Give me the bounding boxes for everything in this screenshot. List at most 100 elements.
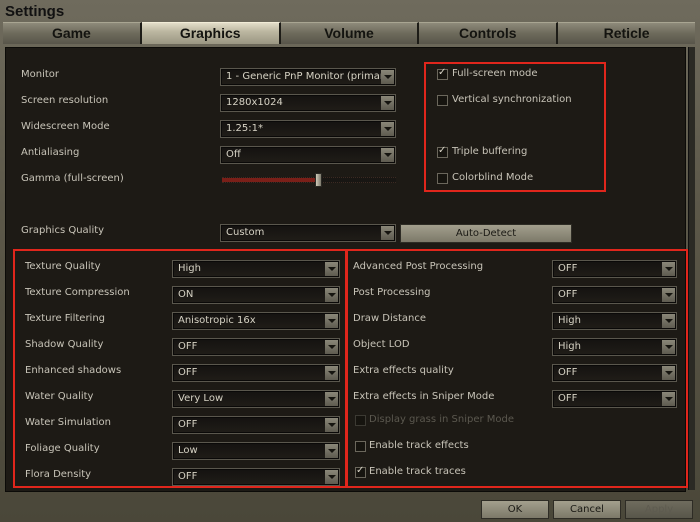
monitor-value: 1 - Generic PnP Monitor (primary): [226, 71, 394, 82]
chevron-down-icon: [662, 366, 675, 380]
chevron-down-icon: [381, 122, 394, 136]
left-setting-value: Very Low: [178, 393, 224, 404]
right-checkbox[interactable]: [355, 441, 366, 452]
chevron-down-icon: [325, 288, 338, 302]
resolution-value: 1280x1024: [226, 97, 283, 108]
apply-button[interactable]: Apply: [625, 500, 693, 519]
ok-button[interactable]: OK: [481, 500, 549, 519]
tab-controls[interactable]: Controls: [419, 22, 559, 44]
left-setting-label: Water Simulation: [25, 417, 112, 428]
left-setting-dropdown[interactable]: Very Low: [172, 390, 340, 408]
right-checkbox: [355, 415, 366, 426]
left-setting-dropdown[interactable]: High: [172, 260, 340, 278]
left-setting-label: Enhanced shadows: [25, 365, 122, 376]
graphics-quality-dropdown[interactable]: Custom: [220, 224, 396, 242]
right-setting-dropdown[interactable]: OFF: [552, 260, 677, 278]
chevron-down-icon: [325, 418, 338, 432]
panel-scrollbar[interactable]: [688, 47, 695, 490]
chevron-down-icon: [325, 444, 338, 458]
colorblind-label: Colorblind Mode: [452, 172, 534, 183]
vsync-label: Vertical synchronization: [452, 94, 572, 105]
right-setting-label: Extra effects in Sniper Mode: [353, 391, 495, 402]
triple-buffering-label: Triple buffering: [452, 146, 528, 157]
chevron-down-icon: [325, 392, 338, 406]
right-checkbox[interactable]: [355, 465, 366, 478]
right-setting-dropdown[interactable]: OFF: [552, 390, 677, 408]
fullscreen-checkbox[interactable]: [437, 67, 448, 80]
left-setting-dropdown[interactable]: Low: [172, 442, 340, 460]
left-setting-dropdown[interactable]: OFF: [172, 416, 340, 434]
chevron-down-icon: [325, 470, 338, 484]
right-setting-dropdown[interactable]: High: [552, 338, 677, 356]
left-setting-value: Low: [178, 445, 198, 456]
gamma-slider-thumb[interactable]: [314, 173, 322, 187]
right-setting-value: OFF: [558, 263, 578, 274]
right-setting-dropdown[interactable]: High: [552, 312, 677, 330]
left-setting-dropdown[interactable]: OFF: [172, 364, 340, 382]
auto-detect-button[interactable]: Auto-Detect: [400, 224, 572, 243]
left-setting-value: ON: [178, 289, 194, 300]
chevron-down-icon: [662, 392, 675, 406]
chevron-down-icon: [325, 314, 338, 328]
monitor-dropdown[interactable]: 1 - Generic PnP Monitor (primary): [220, 68, 396, 86]
chevron-down-icon: [381, 148, 394, 162]
right-setting-value: High: [558, 315, 581, 326]
antialiasing-dropdown[interactable]: Off: [220, 146, 396, 164]
right-setting-label: Object LOD: [353, 339, 410, 350]
left-setting-label: Texture Quality: [25, 261, 101, 272]
right-setting-value: OFF: [558, 393, 578, 404]
tab-game[interactable]: Game: [3, 22, 142, 44]
chevron-down-icon: [325, 366, 338, 380]
left-setting-dropdown[interactable]: ON: [172, 286, 340, 304]
colorblind-checkbox[interactable]: [437, 173, 448, 184]
monitor-label: Monitor: [21, 69, 60, 80]
triple-buffering-checkbox[interactable]: [437, 145, 448, 158]
left-setting-value: OFF: [178, 367, 198, 378]
left-setting-dropdown[interactable]: Anisotropic 16x: [172, 312, 340, 330]
resolution-dropdown[interactable]: 1280x1024: [220, 94, 396, 112]
left-setting-value: OFF: [178, 471, 198, 482]
chevron-down-icon: [381, 226, 394, 240]
tab-graphics[interactable]: Graphics: [141, 22, 281, 44]
resolution-label: Screen resolution: [21, 95, 109, 106]
left-setting-label: Flora Density: [25, 469, 92, 480]
widescreen-label: Widescreen Mode: [21, 121, 110, 132]
tab-volume[interactable]: Volume: [280, 22, 420, 44]
antialiasing-label: Antialiasing: [21, 147, 80, 158]
chevron-down-icon: [381, 96, 394, 110]
chevron-down-icon: [662, 314, 675, 328]
right-setting-value: OFF: [558, 289, 578, 300]
left-setting-label: Water Quality: [25, 391, 94, 402]
chevron-down-icon: [381, 70, 394, 84]
gamma-label: Gamma (full-screen): [21, 173, 124, 184]
left-setting-label: Shadow Quality: [25, 339, 104, 350]
left-setting-value: OFF: [178, 341, 198, 352]
tab-reticle[interactable]: Reticle: [558, 22, 695, 44]
right-setting-value: OFF: [558, 367, 578, 378]
left-setting-dropdown[interactable]: OFF: [172, 338, 340, 356]
window-title: Settings: [5, 3, 65, 20]
right-setting-label: Draw Distance: [353, 313, 427, 324]
chevron-down-icon: [662, 262, 675, 276]
right-setting-label: Post Processing: [353, 287, 431, 298]
settings-window: Settings Game Graphics Volume Controls R…: [0, 0, 700, 522]
chevron-down-icon: [662, 340, 675, 354]
chevron-down-icon: [325, 340, 338, 354]
widescreen-value: 1.25:1*: [226, 123, 263, 134]
left-setting-value: High: [178, 263, 201, 274]
chevron-down-icon: [662, 288, 675, 302]
right-checkbox-label: Display grass in Sniper Mode: [369, 414, 515, 425]
right-setting-dropdown[interactable]: OFF: [552, 286, 677, 304]
left-setting-dropdown[interactable]: OFF: [172, 468, 340, 486]
left-setting-label: Texture Compression: [25, 287, 130, 298]
right-checkbox-label: Enable track traces: [369, 466, 466, 477]
gamma-slider[interactable]: [222, 173, 396, 187]
right-setting-dropdown[interactable]: OFF: [552, 364, 677, 382]
widescreen-dropdown[interactable]: 1.25:1*: [220, 120, 396, 138]
left-setting-label: Texture Filtering: [25, 313, 106, 324]
vsync-checkbox[interactable]: [437, 95, 448, 106]
right-checkbox-label: Enable track effects: [369, 440, 469, 451]
right-setting-label: Extra effects quality: [353, 365, 454, 376]
gamma-slider-fill: [222, 178, 318, 182]
cancel-button[interactable]: Cancel: [553, 500, 621, 519]
